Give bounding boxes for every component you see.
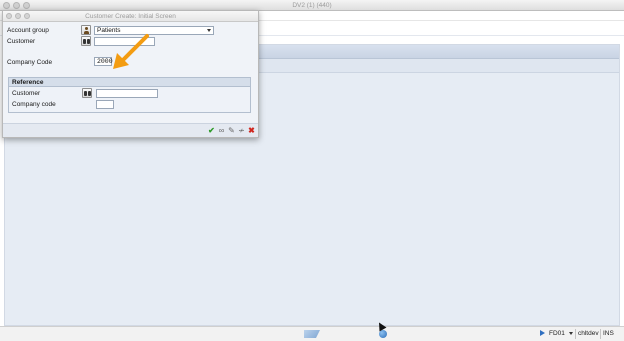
account-group-label: Account group: [7, 27, 49, 34]
reference-company-code-label: Company code: [12, 101, 56, 108]
sap-logo-icon: [304, 330, 320, 338]
status-input-mode: INS: [603, 330, 614, 337]
display-glasses-icon[interactable]: ∞: [217, 126, 226, 135]
status-separator: [575, 329, 576, 339]
status-dropdown-icon[interactable]: [569, 332, 573, 335]
chevron-down-icon[interactable]: [207, 29, 211, 32]
annotation-arrow-icon: [113, 34, 149, 69]
reference-company-code-field[interactable]: [96, 100, 114, 109]
reference-group-title: Reference: [12, 79, 44, 86]
status-server: chltdev: [578, 330, 599, 337]
customer-search-help-icon[interactable]: [81, 36, 91, 46]
reference-customer-label: Customer: [12, 90, 41, 97]
continue-check-icon[interactable]: ✔: [207, 126, 216, 135]
reference-customer-search-icon[interactable]: [82, 88, 92, 98]
customer-label: Customer: [7, 38, 36, 45]
status-expand-icon[interactable]: [540, 330, 545, 336]
reference-group: Reference Customer Company code: [8, 77, 251, 113]
customer-create-dialog: Customer Create: Initial Screen Account …: [2, 10, 259, 138]
company-code-label: Company Code: [7, 59, 53, 66]
main-window-title: DV2 (1) (440): [292, 2, 332, 9]
reference-customer-field[interactable]: [96, 89, 158, 98]
status-separator: [600, 329, 601, 339]
account-group-help-icon[interactable]: [81, 25, 91, 35]
dialog-titlebar: Customer Create: Initial Screen: [3, 11, 258, 22]
reference-group-header: Reference: [9, 78, 250, 87]
globe-icon[interactable]: [379, 330, 387, 338]
dialog-button-bar: ✔ ∞ ✎ ≁ ✖: [3, 123, 258, 137]
cancel-close-icon[interactable]: ✖: [247, 126, 256, 135]
edit-pencil-icon[interactable]: ✎: [227, 126, 236, 135]
dialog-title: Customer Create: Initial Screen: [85, 13, 176, 20]
other-icon[interactable]: ≁: [237, 126, 246, 135]
status-bar: FD01 chltdev INS: [0, 326, 624, 341]
company-code-field[interactable]: 2000: [94, 57, 113, 66]
status-system: FD01: [549, 330, 565, 337]
